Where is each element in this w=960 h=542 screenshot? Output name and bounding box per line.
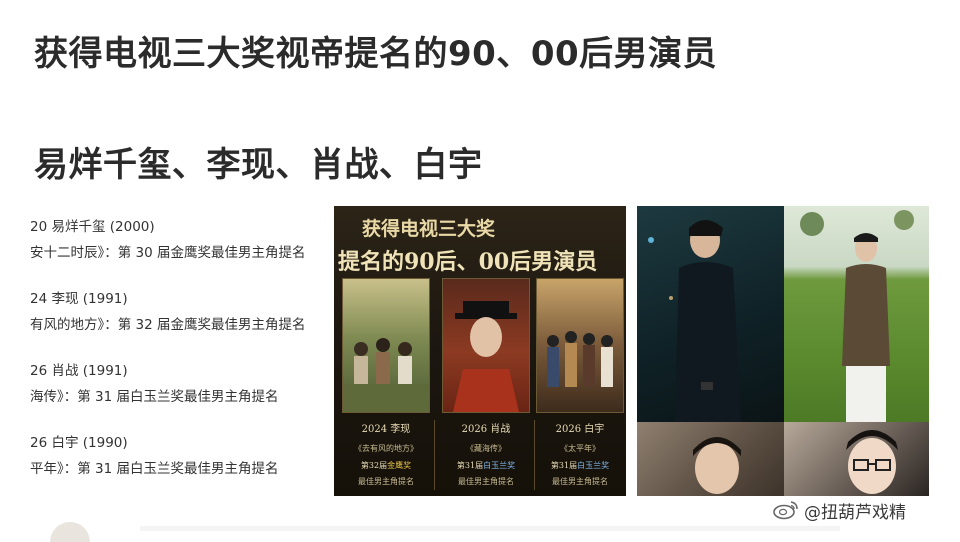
poster-column-baiyu: 2026 白宇 《太平年》 第31届白玉兰奖 最佳男主角提名: [536, 278, 624, 490]
column-divider: [534, 420, 535, 490]
nomination-line: 海传》：第 31 届白玉兰奖最佳男主角提名: [30, 389, 279, 405]
list-item: 24 李现 (1991) 有风的地方》：第 32 届金鹰奖最佳男主角提名: [30, 287, 306, 333]
poster-subtitle: 提名的90后、00后男演员: [338, 249, 598, 275]
actor-photo-closeup[interactable]: [637, 422, 784, 496]
nomination-note: 最佳男主角提名: [552, 477, 608, 486]
man-walking-icon: [648, 220, 741, 422]
nomination-line: 安十二时辰》：第 30 届金鹰奖最佳男主角提名: [30, 245, 306, 261]
group-photo-icon: [343, 338, 429, 412]
nomination-line: 有风的地方》：第 32 届金鹰奖最佳男主角提名: [30, 317, 306, 333]
actor-line: 26 肖战 (1991): [30, 363, 128, 379]
award-poster[interactable]: 获得电视三大奖 提名的90后、00后男演员 2024 李现 《去有风的地方》 第…: [334, 206, 626, 496]
drama-still-image: [342, 278, 430, 413]
work-title: 《太平年》: [560, 444, 600, 453]
nomination-note: 最佳男主角提名: [458, 477, 514, 486]
work-title: 《去有风的地方》: [354, 444, 418, 453]
man-standing-icon: [800, 210, 914, 422]
face-closeup-icon: [693, 437, 741, 494]
poster-column-xiaozhan: 2026 肖战 《藏海传》 第31届白玉兰奖 最佳男主角提名: [442, 278, 530, 490]
column-divider: [434, 420, 435, 490]
award-name: 第31届白玉兰奖: [550, 461, 610, 470]
ensemble-icon: [547, 331, 613, 387]
award-name: 第31届白玉兰奖: [456, 461, 516, 470]
list-item: 26 肖战 (1991) 海传》：第 31 届白玉兰奖最佳男主角提名: [30, 359, 279, 405]
drama-still-image: [442, 278, 530, 413]
actor-line: 20 易烊千玺 (2000): [30, 219, 155, 235]
actor-line: 26 白宇 (1990): [30, 435, 128, 451]
year-actor: 2026 肖战: [461, 424, 511, 435]
work-title: 《藏海传》: [466, 444, 506, 453]
next-post-strip: [140, 526, 840, 531]
award-name: 第32届金鹰奖: [360, 461, 412, 470]
drama-still-image: [536, 278, 624, 413]
actor-photo-field[interactable]: [784, 206, 929, 422]
weibo-logo-icon: [773, 501, 798, 520]
actor-photo-closeup-glasses[interactable]: [784, 422, 929, 496]
poster-title: 获得电视三大奖: [362, 218, 496, 240]
headline-line2: 易烊千玺、李现、肖战、白宇: [34, 145, 483, 185]
nomination-line: 平年》：第 31 届白玉兰奖最佳男主角提名: [30, 461, 279, 477]
list-item: 26 白宇 (1990) 平年》：第 31 届白玉兰奖最佳男主角提名: [30, 431, 279, 477]
year-actor: 2026 白宇: [555, 424, 605, 435]
actor-photo-night[interactable]: [637, 206, 784, 422]
watermark: @扭葫芦戏精: [804, 503, 906, 523]
face-glasses-icon: [846, 430, 898, 494]
headline-line1: 获得电视三大奖视帝提名的90、00后男演员: [34, 34, 718, 74]
poster-column-lixian: 2024 李现 《去有风的地方》 第32届金鹰奖 最佳男主角提名: [342, 278, 430, 490]
nomination-note: 最佳男主角提名: [358, 477, 414, 486]
list-item: 20 易烊千玺 (2000) 安十二时辰》：第 30 届金鹰奖最佳男主角提名: [30, 215, 306, 261]
avatar[interactable]: [50, 522, 90, 542]
portrait-icon: [453, 301, 519, 412]
year-actor: 2024 李现: [361, 424, 411, 435]
actor-line: 24 李现 (1991): [30, 291, 128, 307]
